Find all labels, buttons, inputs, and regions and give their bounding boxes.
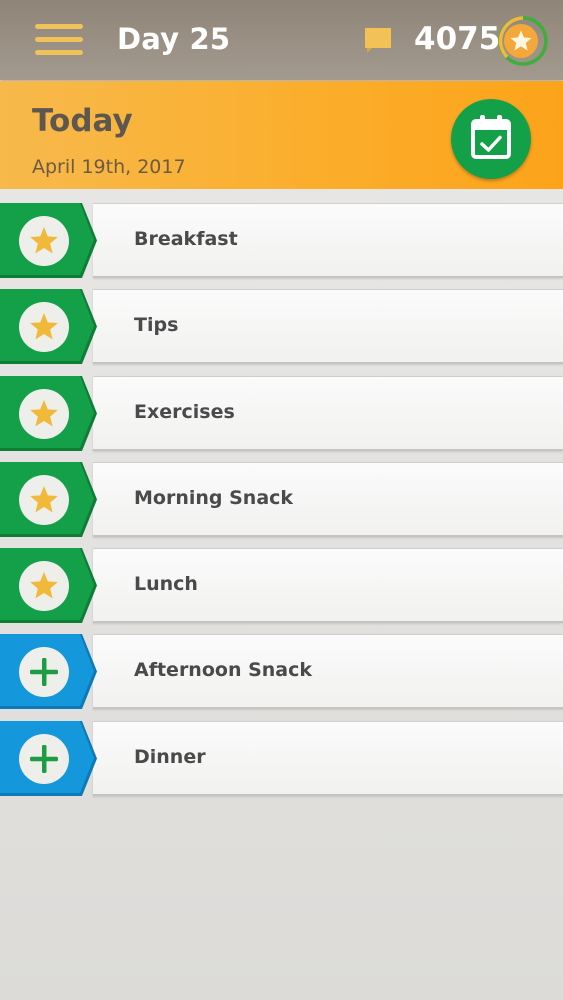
meal-card: Lunch xyxy=(93,548,563,624)
meal-label: Tips xyxy=(134,314,179,337)
meal-item-lunch[interactable]: Lunch xyxy=(0,548,563,624)
meal-status-tab[interactable] xyxy=(0,461,98,537)
meal-status-tab[interactable] xyxy=(0,289,98,365)
meal-item-morning-snack[interactable]: Morning Snack xyxy=(0,461,563,537)
top-bar: Day 25 4075 xyxy=(0,0,563,80)
meal-label: Lunch xyxy=(134,573,198,596)
star-badge-icon[interactable] xyxy=(497,15,549,67)
meal-label: Breakfast xyxy=(134,228,238,250)
plus-icon xyxy=(19,733,69,784)
meal-label: Exercises xyxy=(134,400,235,423)
calendar-check-icon xyxy=(471,115,511,159)
star-icon xyxy=(19,561,69,612)
calendar-button[interactable] xyxy=(451,99,531,179)
meal-label: Dinner xyxy=(134,745,206,768)
meal-label: Morning Snack xyxy=(134,486,294,509)
star-icon xyxy=(19,388,69,439)
points-counter: 4075 xyxy=(414,21,501,57)
plus-icon xyxy=(19,647,69,698)
meal-item-afternoon-snack[interactable]: Afternoon Snack xyxy=(0,634,563,710)
meal-card: Breakfast xyxy=(93,203,563,278)
meal-card: Afternoon Snack xyxy=(93,634,563,710)
meal-card: Morning Snack xyxy=(93,461,563,537)
meal-status-tab[interactable] xyxy=(0,634,98,710)
meal-card: Exercises xyxy=(93,375,563,451)
meal-list: Breakfast Tips Exercises Morning Snack L… xyxy=(0,203,563,807)
meal-status-tab[interactable] xyxy=(0,375,98,451)
meal-status-tab[interactable] xyxy=(0,548,98,624)
meal-item-exercises[interactable]: Exercises xyxy=(0,375,563,451)
day-title: Day 25 xyxy=(117,22,231,56)
meal-item-tips[interactable]: Tips xyxy=(0,289,563,365)
chat-bubble-icon[interactable] xyxy=(364,27,392,55)
star-icon xyxy=(19,474,69,525)
meal-status-tab[interactable] xyxy=(0,720,98,796)
star-icon xyxy=(19,302,69,353)
meal-card: Dinner xyxy=(93,720,563,796)
page-title: Today xyxy=(32,103,133,139)
meal-card: Tips xyxy=(93,289,563,365)
meal-item-breakfast[interactable]: Breakfast xyxy=(0,203,563,278)
meal-item-dinner[interactable]: Dinner xyxy=(0,720,563,796)
hamburger-menu-icon[interactable] xyxy=(35,24,83,56)
today-header: Today April 19th, 2017 xyxy=(0,81,563,189)
current-date: April 19th, 2017 xyxy=(32,156,186,178)
meal-label: Afternoon Snack xyxy=(134,659,313,682)
meal-status-tab[interactable] xyxy=(0,203,98,278)
star-icon xyxy=(19,216,69,266)
